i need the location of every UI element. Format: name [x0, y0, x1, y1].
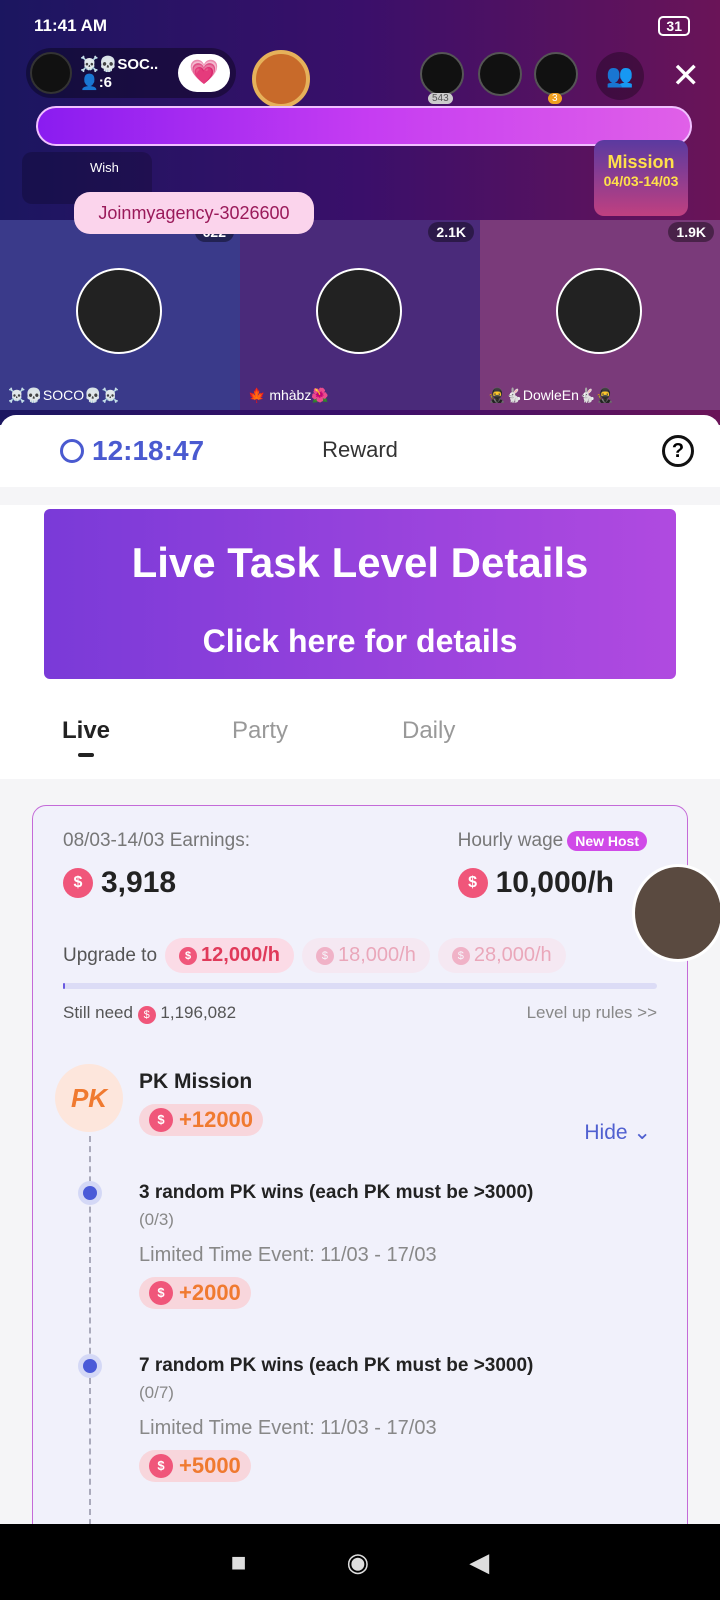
new-host-badge: New Host — [567, 831, 647, 851]
earnings-label: 08/03-14/03 Earnings: — [63, 830, 250, 851]
viewer-avatar[interactable] — [478, 52, 522, 96]
floating-host-avatar[interactable] — [632, 864, 720, 962]
upgrade-progress — [63, 983, 657, 989]
coin-icon: $ — [63, 868, 93, 898]
level-chip[interactable]: $28,000/h — [437, 938, 566, 973]
mission-badge[interactable]: Mission 04/03-14/03 — [594, 140, 688, 216]
seat[interactable]: 2.1K 🍁 mhàbz🌺 — [240, 220, 480, 410]
agency-banner: Joinmyagency-3026600 — [74, 192, 314, 234]
host-avatar[interactable] — [30, 52, 72, 94]
reward-sheet: 12:18:47 Reward ? Live Task Level Detail… — [0, 415, 720, 1525]
live-room: 11:41 AM 31 ☠️💀SOC.. 👤:6 💗 543 3 👥 ✕ Wis… — [0, 0, 720, 425]
level-chip[interactable]: $12,000/h — [165, 938, 294, 973]
seat-badge-icon[interactable] — [252, 50, 310, 108]
pk-mission: PK PK Mission $ +12000 Hide ⌄ 3 random PK… — [55, 1064, 657, 1525]
tab-live[interactable]: Live — [62, 717, 232, 779]
upgrade-label: Upgrade to — [63, 944, 158, 966]
level-chip[interactable]: $18,000/h — [301, 938, 430, 973]
recents-button[interactable]: ■ — [231, 1547, 247, 1578]
seat[interactable]: 622☠️💀SOCO💀☠️ — [0, 220, 240, 410]
wage-value: 10,000/h — [495, 866, 615, 899]
viewer-avatar[interactable]: 3 — [534, 52, 578, 104]
follow-heart-button[interactable]: 💗 — [178, 54, 230, 92]
home-button[interactable]: ◉ — [347, 1547, 370, 1578]
host-viewers: 👤:6 — [80, 74, 113, 91]
help-icon[interactable]: ? — [662, 435, 694, 467]
clock-icon — [60, 439, 84, 463]
back-button[interactable]: ◀ — [469, 1547, 489, 1578]
promo-banner[interactable]: Live Task Level Details Click here for d… — [44, 509, 676, 679]
host-name: ☠️💀SOC.. — [80, 56, 159, 73]
coin-icon: $ — [457, 868, 488, 898]
battery-level: 31 — [658, 16, 690, 36]
hide-toggle[interactable]: Hide ⌄ — [584, 1120, 651, 1145]
task-item: 3 random PK wins (each PK must be >3000)… — [83, 1182, 657, 1309]
system-nav-bar: ■ ◉ ◀ — [0, 1524, 720, 1600]
pk-title: PK Mission — [139, 1070, 253, 1093]
earnings-card: 08/03-14/03 Earnings: $3,918 Hourly wage… — [32, 805, 688, 1525]
close-icon[interactable]: ✕ — [672, 56, 701, 96]
status-bar: 11:41 AM 31 — [34, 16, 690, 36]
seat[interactable]: 1.9K 🥷🐇DowleEn🐇🥷 — [480, 220, 720, 410]
viewer-avatar[interactable]: 543 — [420, 52, 464, 104]
pk-icon: PK — [55, 1064, 123, 1132]
countdown-timer: 12:18:47 — [60, 435, 204, 467]
wage-label: Hourly wage — [457, 830, 564, 851]
level-up-rules-link[interactable]: Level up rules >> — [527, 1003, 657, 1024]
still-need: Still need $ 1,196,082 — [63, 1003, 237, 1024]
users-icon[interactable]: 👥 — [596, 52, 644, 100]
tab-daily[interactable]: Daily — [402, 717, 572, 779]
tabs: Live Party Daily — [0, 679, 720, 779]
task-item: 7 random PK wins (each PK must be >3000)… — [83, 1355, 657, 1482]
entry-banner — [36, 106, 692, 146]
earnings-value: 3,918 — [101, 866, 177, 899]
tab-party[interactable]: Party — [232, 717, 402, 779]
pk-reward: $ +12000 — [139, 1104, 264, 1136]
clock-time: 11:41 AM — [34, 16, 108, 35]
